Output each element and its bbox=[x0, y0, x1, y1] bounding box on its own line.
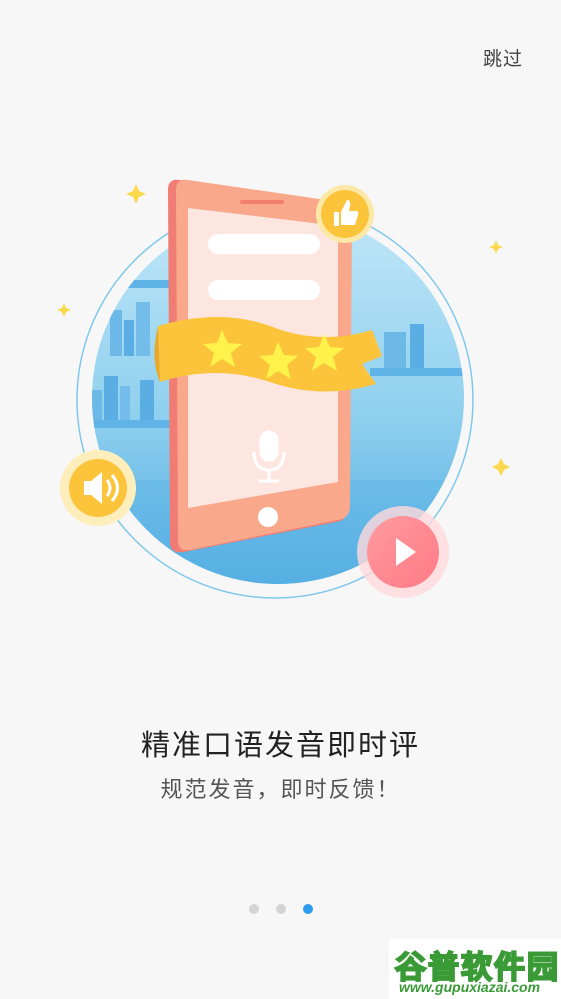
text-field-placeholder bbox=[208, 280, 320, 300]
watermark-url: www.gupuxiazai.com bbox=[399, 979, 541, 995]
page-dot bbox=[248, 904, 259, 914]
page-dot-active bbox=[302, 904, 313, 914]
text-field-placeholder bbox=[208, 234, 320, 254]
page-dot bbox=[275, 904, 286, 914]
feature-subtitle: 规范发音，即时反馈！ bbox=[160, 777, 401, 802]
speaker-icon bbox=[60, 450, 136, 526]
site-watermark: 谷普软件园 www.gupuxiazai.com bbox=[389, 939, 561, 999]
play-icon bbox=[357, 506, 449, 598]
home-button bbox=[258, 507, 278, 527]
skip-button[interactable]: 跳过 bbox=[483, 44, 523, 71]
onboarding-illustration bbox=[57, 179, 510, 599]
thumbs-up-icon bbox=[316, 185, 374, 243]
page-indicator bbox=[0, 904, 561, 914]
feature-title: 精准口语发音即时评 bbox=[140, 730, 420, 762]
